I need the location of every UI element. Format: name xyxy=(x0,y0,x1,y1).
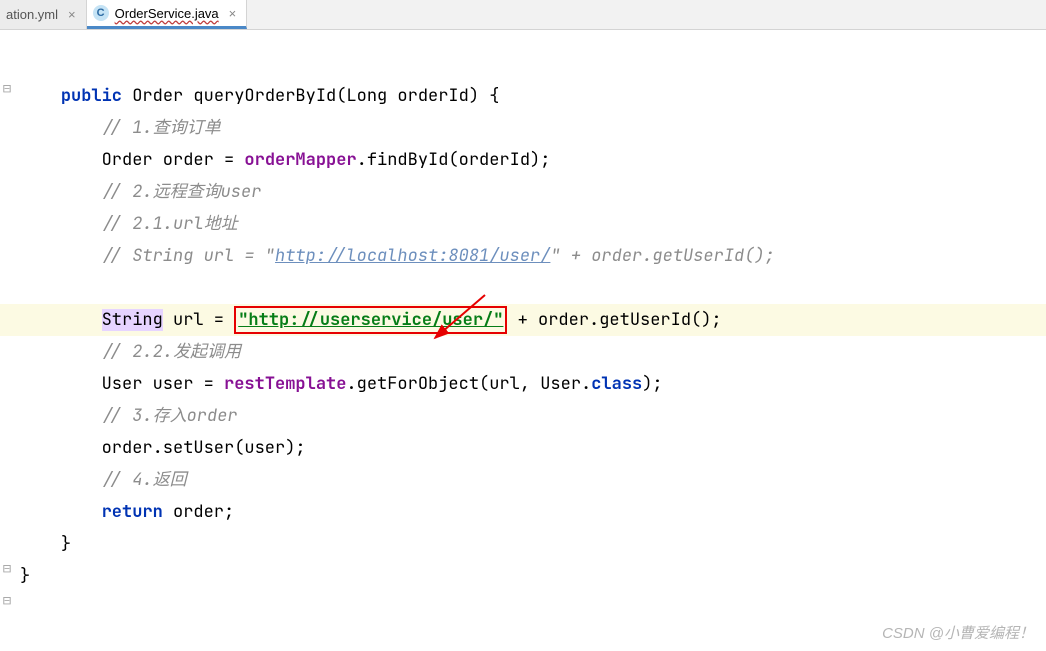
code-line: return order; xyxy=(0,496,1046,528)
fold-icon[interactable]: ⊟ xyxy=(0,80,14,98)
java-class-icon: C xyxy=(93,5,109,21)
fold-icon[interactable]: ⊟ xyxy=(0,560,14,578)
code-line: // 1.查询订单 xyxy=(0,112,1046,144)
code-editor[interactable]: public Order queryOrderById(Long orderId… xyxy=(0,30,1046,592)
highlighted-url-box: "http://userservice/user/" xyxy=(234,306,507,334)
editor-tabs: ation.yml × C OrderService.java × xyxy=(0,0,1046,30)
code-line: public Order queryOrderById(Long orderId… xyxy=(0,80,1046,112)
code-line xyxy=(0,48,1046,80)
code-line: // 2.远程查询user xyxy=(0,176,1046,208)
code-line: order.setUser(user); xyxy=(0,432,1046,464)
code-line: // 4.返回 xyxy=(0,464,1046,496)
code-line-highlighted: String url = "http://userservice/user/" … xyxy=(0,304,1046,336)
code-line: } xyxy=(0,528,1046,560)
close-icon[interactable]: × xyxy=(68,7,76,22)
tab-ation-yml[interactable]: ation.yml × xyxy=(0,0,87,29)
code-line: } xyxy=(0,560,1046,592)
fold-icon[interactable]: ⊟ xyxy=(0,592,14,610)
close-icon[interactable]: × xyxy=(229,6,237,21)
tab-label: ation.yml xyxy=(6,7,58,22)
tab-label: OrderService.java xyxy=(115,6,219,21)
watermark: CSDN @小曹爱编程！ xyxy=(882,622,1034,643)
code-line: // 2.2.发起调用 xyxy=(0,336,1046,368)
code-line: // String url = "http://localhost:8081/u… xyxy=(0,240,1046,272)
code-line: // 3.存入order xyxy=(0,400,1046,432)
tab-orderservice[interactable]: C OrderService.java × xyxy=(87,0,248,29)
code-line xyxy=(0,272,1046,304)
code-line: // 2.1.url地址 xyxy=(0,208,1046,240)
code-line: User user = restTemplate.getForObject(ur… xyxy=(0,368,1046,400)
code-line: Order order = orderMapper.findById(order… xyxy=(0,144,1046,176)
